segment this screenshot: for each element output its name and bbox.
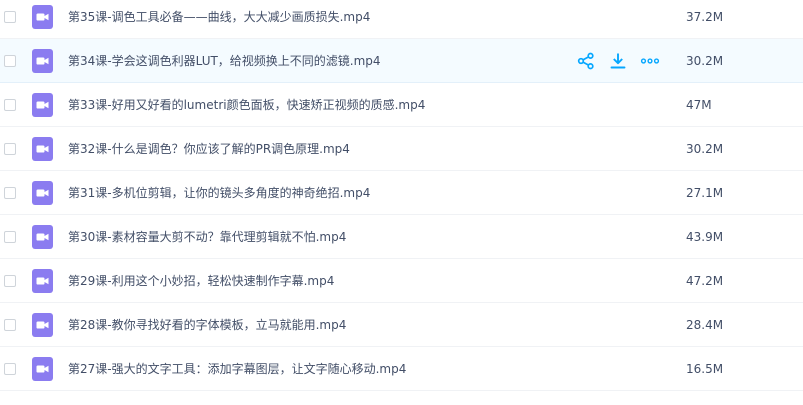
file-size: 30.2M xyxy=(686,53,724,68)
file-name[interactable]: 第33课-好用又好看的lumetri颜色面板，快速矫正视频的质感.mp4 xyxy=(68,96,425,113)
file-size: 30.2M xyxy=(686,141,724,156)
row-checkbox[interactable] xyxy=(4,230,16,243)
file-size: 16.5M xyxy=(686,361,724,376)
row-actions xyxy=(576,51,672,71)
video-file-icon xyxy=(32,356,53,381)
video-file-icon xyxy=(32,312,53,337)
more-icon xyxy=(640,57,660,64)
share-button[interactable] xyxy=(576,51,596,71)
row-checkbox[interactable] xyxy=(4,98,16,111)
file-size: 47.2M xyxy=(686,273,724,288)
row-checkbox[interactable] xyxy=(4,10,16,23)
file-name[interactable]: 第35课-调色工具必备——曲线，大大减少画质损失.mp4 xyxy=(68,8,370,25)
row-checkbox[interactable] xyxy=(4,54,16,67)
video-file-icon xyxy=(32,92,53,117)
file-row-4[interactable]: 第31课-多机位剪辑，让你的镜头多角度的神奇绝招.mp4 27.1M xyxy=(0,171,803,215)
video-file-icon xyxy=(32,180,53,205)
row-checkbox[interactable] xyxy=(4,318,16,331)
video-file-icon xyxy=(32,224,53,249)
file-row-5[interactable]: 第30课-素材容量大剪不动？靠代理剪辑就不怕.mp4 43.9M xyxy=(0,215,803,259)
file-row-1[interactable]: 第34课-学会这调色利器LUT，给视频换上不同的滤镜.mp4 30.2M xyxy=(0,39,803,83)
file-name[interactable]: 第29课-利用这个小妙招，轻松快速制作字幕.mp4 xyxy=(68,272,334,289)
file-row-6[interactable]: 第29课-利用这个小妙招，轻松快速制作字幕.mp4 47.2M xyxy=(0,259,803,303)
row-checkbox[interactable] xyxy=(4,362,16,375)
file-size: 47M xyxy=(686,97,712,112)
more-button[interactable] xyxy=(640,51,660,71)
file-row-2[interactable]: 第33课-好用又好看的lumetri颜色面板，快速矫正视频的质感.mp4 47M xyxy=(0,83,803,127)
file-name[interactable]: 第28课-教你寻找好看的字体模板，立马就能用.mp4 xyxy=(68,316,346,333)
share-icon xyxy=(577,52,594,69)
file-size: 43.9M xyxy=(686,229,724,244)
file-name[interactable]: 第27课-强大的文字工具：添加字幕图层，让文字随心移动.mp4 xyxy=(68,360,406,377)
file-name[interactable]: 第32课-什么是调色？你应该了解的PR调色原理.mp4 xyxy=(68,140,350,157)
file-name[interactable]: 第30课-素材容量大剪不动？靠代理剪辑就不怕.mp4 xyxy=(68,228,346,245)
video-file-icon xyxy=(32,4,53,29)
file-name[interactable]: 第31课-多机位剪辑，让你的镜头多角度的神奇绝招.mp4 xyxy=(68,184,370,201)
download-button[interactable] xyxy=(608,51,628,71)
video-file-icon xyxy=(32,48,53,73)
row-checkbox[interactable] xyxy=(4,274,16,287)
file-row-7[interactable]: 第28课-教你寻找好看的字体模板，立马就能用.mp4 28.4M xyxy=(0,303,803,347)
file-size: 27.1M xyxy=(686,185,724,200)
file-name[interactable]: 第34课-学会这调色利器LUT，给视频换上不同的滤镜.mp4 xyxy=(68,52,381,69)
file-row-8[interactable]: 第27课-强大的文字工具：添加字幕图层，让文字随心移动.mp4 16.5M xyxy=(0,347,803,391)
row-checkbox[interactable] xyxy=(4,142,16,155)
file-size: 28.4M xyxy=(686,317,724,332)
file-list: 第35课-调色工具必备——曲线，大大减少画质损失.mp4 37.2M 第34课-… xyxy=(0,0,803,400)
file-row-0[interactable]: 第35课-调色工具必备——曲线，大大减少画质损失.mp4 37.2M xyxy=(0,0,803,39)
video-file-icon xyxy=(32,268,53,293)
file-row-3[interactable]: 第32课-什么是调色？你应该了解的PR调色原理.mp4 30.2M xyxy=(0,127,803,171)
row-checkbox[interactable] xyxy=(4,186,16,199)
download-icon xyxy=(610,53,626,68)
video-file-icon xyxy=(32,136,53,161)
file-size: 37.2M xyxy=(686,9,724,24)
